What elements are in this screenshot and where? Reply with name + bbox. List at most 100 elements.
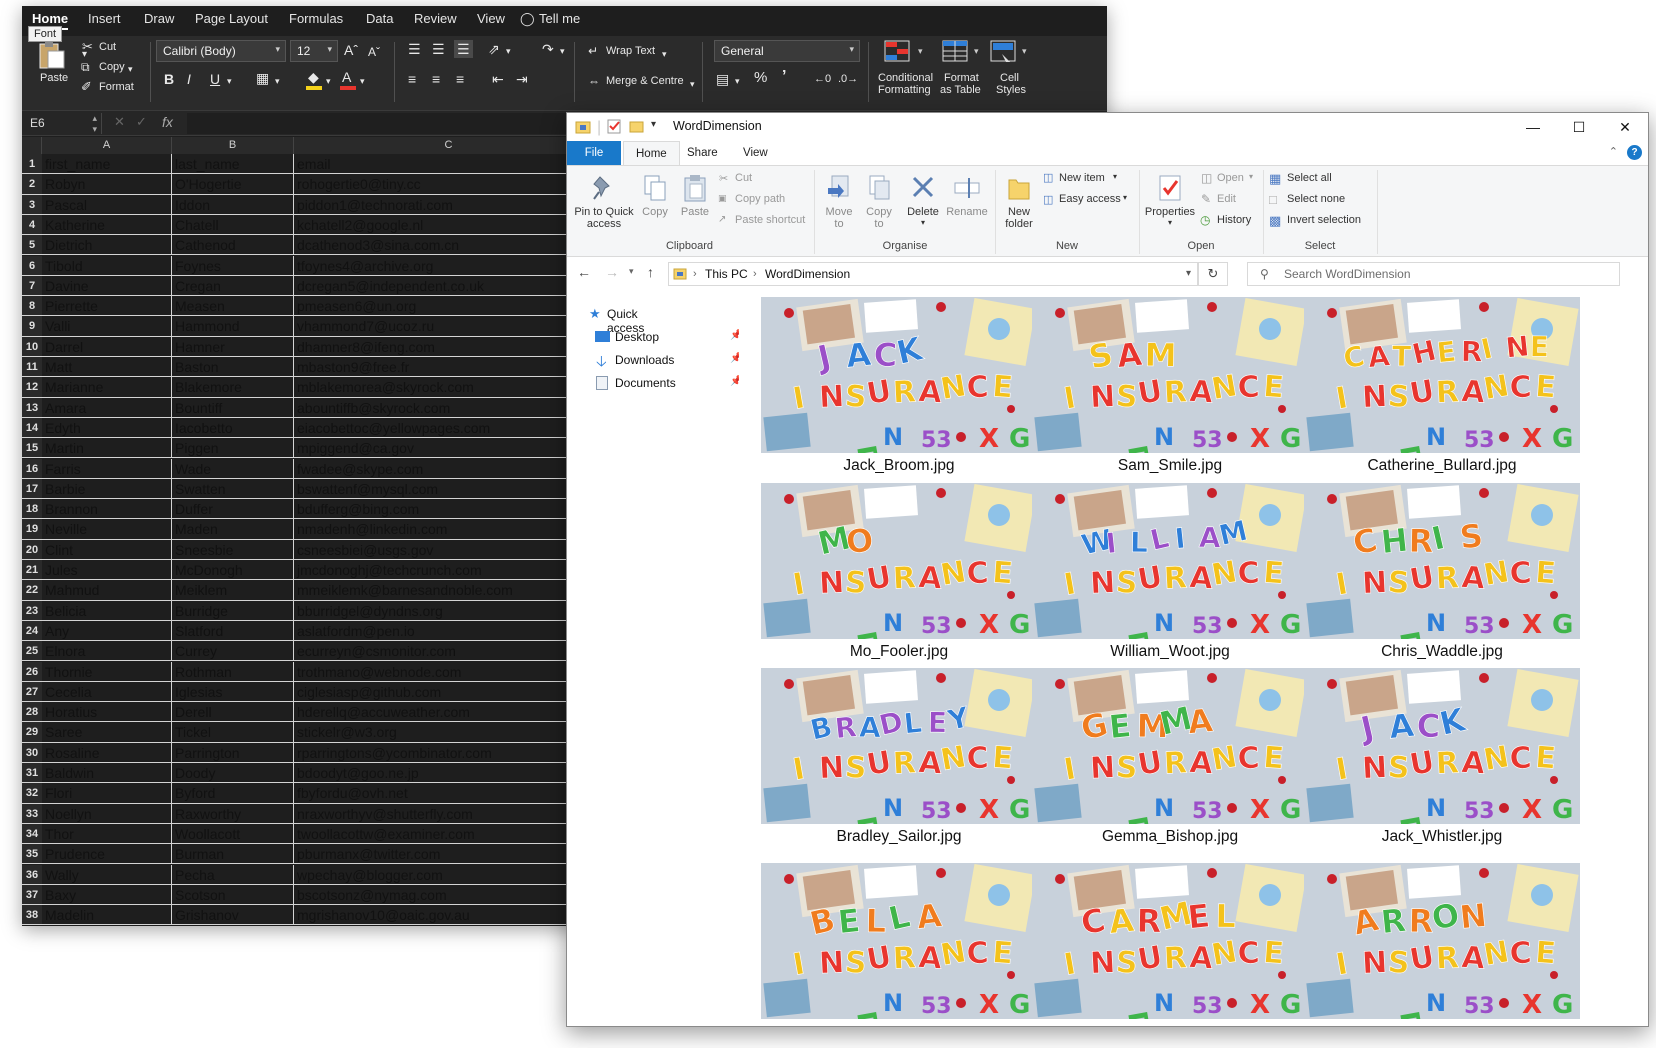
table-cell[interactable]: Burman (172, 844, 294, 864)
table-cell[interactable]: hderellq@accuweather.com (294, 702, 604, 722)
table-cell[interactable]: ciglesiasp@github.com (294, 681, 604, 702)
file-thumbnail[interactable]: BRADLEYINSURANCEDN53XG (761, 668, 1037, 824)
table-cell[interactable]: Iacobetto (172, 417, 294, 438)
help-icon[interactable]: ? (1627, 145, 1642, 160)
table-cell[interactable]: abountiffb@skyrock.com (294, 397, 604, 417)
file-name-label[interactable]: William_Woot.jpg (1032, 643, 1308, 661)
row-header[interactable]: 31 (22, 763, 42, 783)
table-cell[interactable]: Doody (172, 763, 294, 783)
table-cell[interactable]: Jules (42, 560, 172, 580)
column-header[interactable]: B (172, 137, 294, 154)
table-cell[interactable]: email (294, 154, 604, 174)
table-cell[interactable]: Noellyn (42, 803, 172, 823)
table-cell[interactable]: Saree (42, 722, 172, 742)
table-cell[interactable]: Slatford (172, 620, 294, 641)
table-cell[interactable]: fbyfordu@ovh.net (294, 783, 604, 803)
table-cell[interactable]: Grishanov (172, 905, 294, 925)
row-header[interactable]: 35 (22, 844, 42, 864)
rename-button[interactable]: Rename (945, 170, 989, 236)
tab-view[interactable]: View (477, 11, 505, 26)
chevron-down-icon[interactable]: ▾ (662, 47, 667, 61)
align-right-icon[interactable]: ≡ (456, 72, 464, 86)
file-name-label[interactable]: Sam_Smile.jpg (1032, 457, 1308, 475)
table-cell[interactable]: Pierrette (42, 296, 172, 316)
table-cell[interactable]: Tickel (172, 722, 294, 742)
table-cell[interactable]: Amara (42, 397, 172, 417)
table-cell[interactable]: Burridge (172, 600, 294, 620)
table-cell[interactable]: Thor (42, 823, 172, 844)
table-cell[interactable]: Parrington (172, 742, 294, 762)
up-arrow-icon[interactable]: ↑ (647, 264, 654, 280)
table-cell[interactable]: Tibold (42, 255, 172, 275)
table-cell[interactable]: Davine (42, 275, 172, 296)
table-cell[interactable]: Wally (42, 864, 172, 884)
row-header[interactable]: 18 (22, 499, 42, 519)
tab-share[interactable]: Share (675, 141, 730, 165)
text-direction-icon[interactable]: ↷ (542, 42, 554, 56)
format-painter-button[interactable]: Format (99, 81, 134, 93)
table-cell[interactable]: mblakemorea@skyrock.com (294, 377, 604, 397)
table-cell[interactable]: mmeiklemk@barnesandnoble.com (294, 580, 604, 600)
properties-button[interactable]: Properties ▾ (1143, 170, 1197, 236)
table-cell[interactable]: ecurreyn@csmonitor.com (294, 641, 604, 661)
table-cell[interactable]: Cecelia (42, 681, 172, 702)
table-cell[interactable]: pburmanx@twitter.com (294, 844, 604, 864)
chevron-down-icon[interactable]: ▾ (326, 74, 331, 88)
table-cell[interactable]: eiacobettoc@yellowpages.com (294, 417, 604, 438)
row-header[interactable]: 12 (22, 377, 42, 397)
table-cell[interactable]: Mahmud (42, 580, 172, 600)
table-cell[interactable]: Swatten (172, 478, 294, 499)
row-header[interactable]: 33 (22, 803, 42, 823)
table-cell[interactable]: rohogertie0@tiny.cc (294, 174, 604, 194)
cut-button[interactable]: Cut (99, 41, 116, 53)
invert-selection-button[interactable]: Invert selection (1287, 214, 1361, 226)
wrap-text-button[interactable]: Wrap Text (606, 45, 655, 57)
bold-icon[interactable]: B (164, 72, 174, 86)
row-header[interactable]: 6 (22, 255, 42, 275)
table-cell[interactable]: Measen (172, 296, 294, 316)
cut-button[interactable]: Cut (735, 172, 752, 184)
row-header[interactable]: 14 (22, 417, 42, 438)
minimize-button[interactable]: — (1510, 113, 1556, 141)
row-header[interactable]: 11 (22, 357, 42, 377)
align-left-icon[interactable]: ≡ (408, 72, 416, 86)
table-cell[interactable]: Baston (172, 357, 294, 377)
table-cell[interactable]: aslatfordm@pen.io (294, 620, 604, 641)
table-cell[interactable]: Darrel (42, 336, 172, 356)
chevron-down-icon[interactable]: ▾ (1186, 263, 1191, 285)
row-header[interactable]: 34 (22, 823, 42, 844)
conditional-formatting-button[interactable]: ▾ Conditional Formatting (878, 40, 936, 102)
borders-icon[interactable]: ▦ (256, 71, 269, 85)
underline-icon[interactable]: U (210, 72, 220, 86)
tab-formulas[interactable]: Formulas (289, 11, 343, 26)
row-header[interactable]: 22 (22, 580, 42, 600)
file-thumbnail[interactable]: SAMINSURANCEDN53XG (1032, 297, 1308, 453)
row-header[interactable]: 13 (22, 397, 42, 417)
row-header[interactable]: 7 (22, 275, 42, 296)
table-cell[interactable]: Dietrich (42, 235, 172, 255)
paste-button[interactable]: Paste (675, 170, 715, 236)
row-header[interactable]: 23 (22, 600, 42, 620)
chevron-down-icon[interactable]: ▾ (651, 119, 656, 130)
cell-styles-button[interactable]: ▾ Cell Styles (988, 40, 1032, 102)
decrease-indent-icon[interactable]: ⇤ (492, 72, 504, 86)
file-thumbnail[interactable]: BELLAINSURANCEDN53XG (761, 863, 1037, 1026)
tab-insert[interactable]: Insert (88, 11, 121, 26)
chevron-down-icon[interactable]: ▾ (690, 77, 695, 91)
table-cell[interactable]: Prudence (42, 844, 172, 864)
table-cell[interactable]: Brannon (42, 499, 172, 519)
chevron-down-icon[interactable]: ▾ (275, 74, 280, 88)
chevron-down-icon[interactable]: ▾ (735, 74, 740, 88)
table-cell[interactable]: Bountiff (172, 397, 294, 417)
file-thumbnail[interactable]: JACKINSURANCEDN53XG (761, 297, 1037, 453)
file-thumbnail[interactable]: WILLIAMINSURANCEDN53XG (1032, 483, 1308, 639)
tab-review[interactable]: Review (414, 11, 457, 26)
row-header[interactable]: 36 (22, 864, 42, 884)
table-cell[interactable]: Meiklem (172, 580, 294, 600)
chevron-down-icon[interactable]: ▾ (227, 74, 232, 88)
table-cell[interactable]: Byford (172, 783, 294, 803)
tab-draw[interactable]: Draw (144, 11, 174, 26)
table-cell[interactable]: Hammond (172, 316, 294, 336)
chevron-down-icon[interactable]: ▾ (629, 266, 634, 277)
table-cell[interactable]: fwadee@skype.com (294, 458, 604, 478)
